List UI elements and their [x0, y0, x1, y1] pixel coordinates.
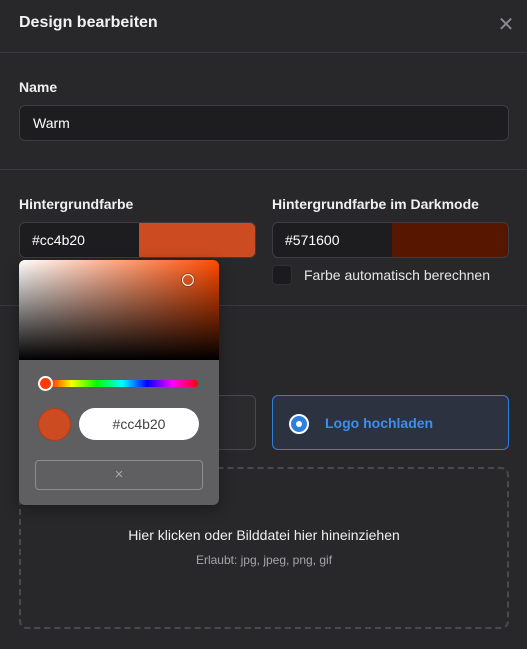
- dropzone-title: Hier klicken oder Bilddatei hier hineinz…: [128, 527, 400, 543]
- saturation-handle[interactable]: [182, 274, 194, 286]
- name-label: Name: [19, 79, 58, 95]
- picker-clear-button[interactable]: ×: [35, 460, 203, 490]
- hue-slider-handle[interactable]: [38, 376, 53, 391]
- hue-slider[interactable]: [46, 380, 198, 387]
- dark-background-color-swatch[interactable]: [392, 223, 508, 257]
- dropzone-subtitle: Erlaubt: jpg, jpeg, png, gif: [195, 553, 333, 567]
- name-input[interactable]: Warm: [19, 105, 509, 141]
- dialog-title: Design bearbeiten: [19, 14, 158, 31]
- close-icon[interactable]: ✕: [496, 15, 516, 35]
- auto-calculate-checkbox[interactable]: [272, 265, 292, 285]
- background-color-value[interactable]: #cc4b20: [20, 223, 97, 257]
- logo-upload-label: Logo hochladen: [325, 415, 434, 431]
- background-color-swatch[interactable]: [139, 223, 255, 257]
- auto-calculate-label: Farbe automatisch berechnen: [304, 267, 490, 283]
- background-color-label: Hintergrundfarbe: [19, 196, 134, 212]
- logo-upload-option[interactable]: Logo hochladen: [272, 395, 509, 450]
- dialog-header: Design bearbeiten ✕: [0, 0, 527, 53]
- dark-background-color-value[interactable]: #571600: [273, 223, 352, 257]
- divider: [0, 169, 527, 170]
- color-preview-swatch: [38, 408, 71, 441]
- logo-upload-radio[interactable]: [289, 414, 309, 434]
- saturation-value-area[interactable]: [19, 260, 219, 360]
- dark-background-color-field[interactable]: #571600: [272, 222, 509, 258]
- picker-hex-input[interactable]: #cc4b20: [79, 408, 199, 440]
- dark-background-color-label: Hintergrundfarbe im Darkmode: [272, 196, 479, 212]
- background-color-field[interactable]: #cc4b20: [19, 222, 256, 258]
- color-picker-popover: #cc4b20 ×: [19, 260, 219, 505]
